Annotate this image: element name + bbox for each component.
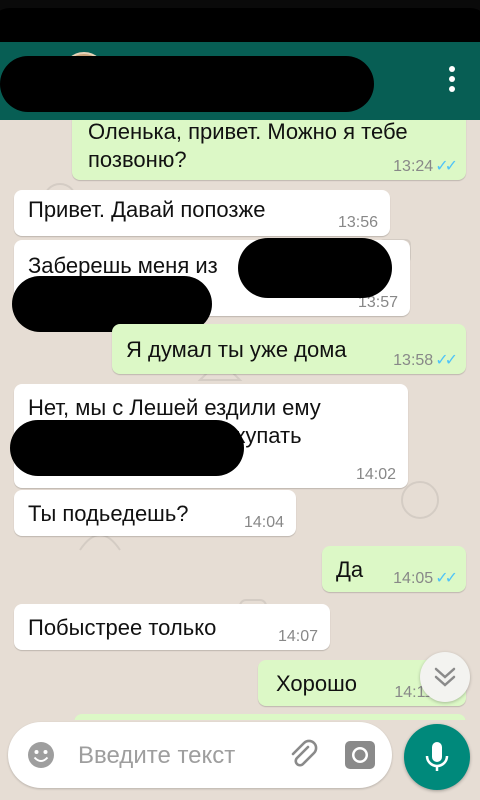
message-bubble-incoming[interactable]: Ты подьедешь? 14:04	[14, 490, 296, 536]
microphone-icon	[425, 742, 449, 771]
message-bubble-incoming[interactable]: Привет. Давай попозже 13:56	[14, 190, 390, 236]
message-time: 13:56	[337, 214, 378, 231]
message-bubble-outgoing	[74, 714, 466, 720]
message-text: Привет. Давай попозже	[28, 197, 266, 222]
message-text: Да	[336, 557, 364, 582]
message-text: Я думал ты уже дома	[126, 337, 347, 362]
paperclip-icon[interactable]	[286, 738, 320, 772]
message-bubble-outgoing[interactable]: Да 14:05 ✓✓	[322, 546, 466, 592]
message-time: 13:24 ✓✓	[393, 158, 458, 175]
scroll-down-button[interactable]	[420, 652, 470, 702]
message-text: Ты подьедешь?	[28, 501, 189, 526]
message-bubble-outgoing[interactable]: Оленька, привет. Можно я тебе позвоню? 1…	[72, 120, 466, 180]
message-text: Оленька, привет. Можно я тебе позвоню?	[88, 120, 408, 172]
double-check-icon: ✓✓	[435, 352, 458, 369]
more-vert-icon[interactable]	[448, 66, 456, 96]
message-time: 14:07	[277, 628, 318, 645]
message-text: Хорошо	[276, 671, 358, 696]
message-bubble-outgoing[interactable]: Я думал ты уже дома 13:58 ✓✓	[112, 324, 466, 374]
message-time: 14:05 ✓✓	[393, 570, 458, 587]
message-time: 13:58 ✓✓	[393, 352, 458, 369]
double-check-icon: ✓✓	[435, 158, 458, 175]
chat-area[interactable]: Оленька, привет. Можно я тебе позвоню? 1…	[0, 120, 480, 720]
mic-button[interactable]	[404, 724, 470, 790]
double-check-icon: ✓✓	[435, 570, 458, 587]
message-text: Побыстрее только	[28, 615, 217, 640]
message-input-bar	[8, 722, 392, 788]
redaction	[10, 420, 244, 476]
double-chevron-down-icon	[434, 667, 456, 687]
camera-icon[interactable]	[344, 740, 376, 770]
message-bubble-incoming[interactable]: Побыстрее только 14:07	[14, 604, 330, 650]
message-time: 14:04	[243, 514, 284, 531]
redaction	[0, 56, 374, 112]
emoji-icon[interactable]	[26, 740, 56, 770]
redaction	[238, 238, 392, 298]
message-input[interactable]	[76, 740, 280, 772]
message-time: 14:02	[355, 466, 396, 483]
